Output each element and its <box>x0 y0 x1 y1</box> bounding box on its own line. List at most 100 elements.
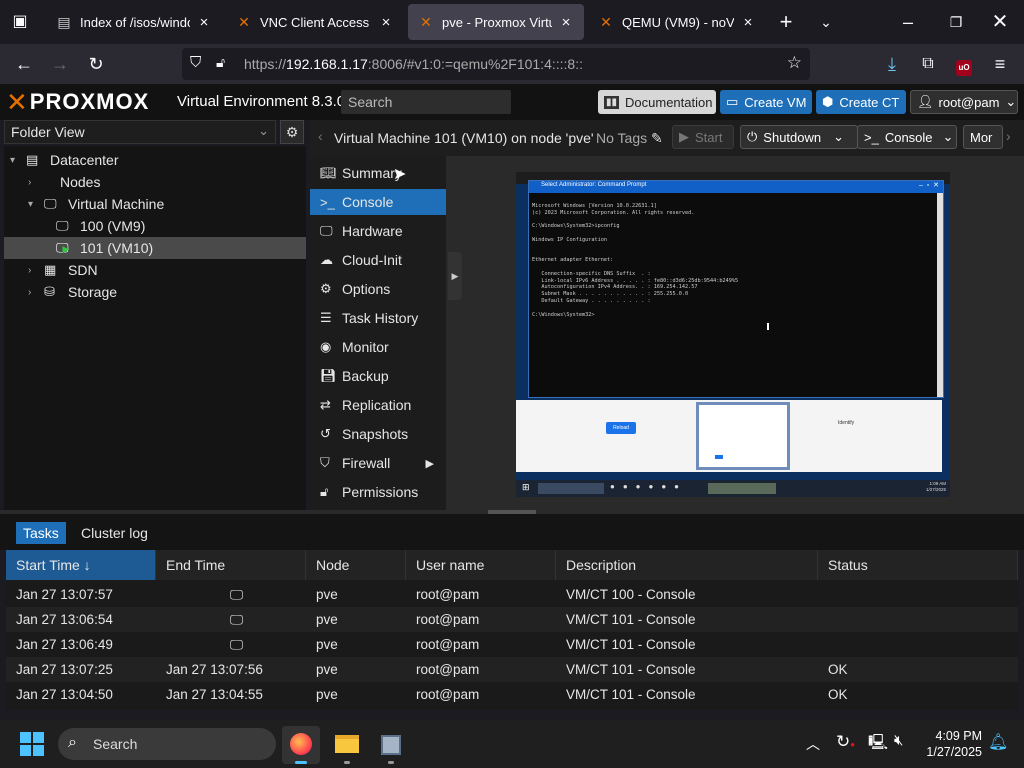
tree-item-virtual-machine[interactable]: ▾ 🖵︎ Virtual Machine <box>4 193 306 215</box>
menu-permissions[interactable]: 🔓︎ Permissions <box>310 479 446 505</box>
file-explorer-icon[interactable] <box>328 726 366 764</box>
column-start-time[interactable]: Start Time ↓ <box>6 550 156 580</box>
menu-backup[interactable]: 💾︎ Backup <box>310 363 446 389</box>
shutdown-button[interactable]: ⏻ Shutdown ⌄ <box>740 125 858 149</box>
bookmark-star-icon[interactable]: ☆ <box>787 53 802 73</box>
expand-icon[interactable]: › <box>28 265 44 276</box>
vm-screen[interactable]: Select Administrator: Command Prompt – ▫… <box>516 172 950 497</box>
url-bar[interactable]: ⛉ 🔓︎ https://192.168.1.17:8006/#v1:0:=qe… <box>182 48 810 80</box>
tree-item-vm-100[interactable]: 🖵︎ 100 (VM9) <box>4 215 306 237</box>
forward-icon[interactable]: → <box>46 50 74 78</box>
create-vm-button[interactable]: ▭ Create VM <box>720 90 812 114</box>
lock-warning-icon[interactable]: 🔓︎ <box>216 54 225 71</box>
table-row[interactable]: Jan 27 13:04:50 Jan 27 13:04:55 pve root… <box>6 682 1018 707</box>
firefox-taskbar-icon[interactable] <box>282 726 320 764</box>
reload-vm-button[interactable]: Reload <box>606 422 636 434</box>
tags-label[interactable]: No Tags ✎ <box>596 130 663 147</box>
close-window-icon[interactable]: ✕ <box>986 8 1014 36</box>
user-menu-button[interactable]: 👤︎ root@pam ⌄ <box>910 90 1018 114</box>
novnc-sidebar-handle[interactable]: ▶ <box>448 252 462 300</box>
chevron-left-icon[interactable]: ‹ <box>318 128 323 144</box>
tree-item-vm-101[interactable]: 🖵︎▶ 101 (VM10) <box>4 237 306 259</box>
menu-summary[interactable]: 📖︎ Summary <box>310 160 446 186</box>
tree-item-storage[interactable]: › ⛁ Storage <box>4 281 306 303</box>
collapse-icon[interactable]: ▾ <box>28 199 44 210</box>
firefox-view-icon[interactable]: ▣ <box>6 8 34 36</box>
shield-icon[interactable]: ⛉ <box>190 54 201 71</box>
browser-tab-pve[interactable]: ✕ pve - Proxmox Virtual E × <box>408 4 584 40</box>
table-row[interactable]: Jan 27 13:06:49 🖵︎ pve root@pam VM/CT 10… <box>6 632 1018 657</box>
documentation-button[interactable]: ▮▮ Documentation <box>598 90 716 114</box>
close-tab-icon[interactable]: × <box>558 14 574 31</box>
menu-task-history[interactable]: ☰ Task History <box>310 305 446 331</box>
column-status[interactable]: Status <box>818 550 1018 580</box>
more-button[interactable]: Mor <box>963 125 1003 149</box>
vm-taskbar-browser[interactable] <box>708 483 776 494</box>
tree-item-sdn[interactable]: › ▦ SDN <box>4 259 306 281</box>
menu-monitor[interactable]: ◉ Monitor <box>310 334 446 360</box>
hamburger-menu-icon[interactable]: ≡ <box>986 50 1014 78</box>
user-icon: 👤︎ <box>917 94 934 109</box>
minimize-icon[interactable]: – <box>894 8 922 36</box>
menu-cloud-init[interactable]: ☁ Cloud-Init <box>310 247 446 273</box>
vm-taskbar-icons[interactable]: ●●●●●● <box>610 482 687 491</box>
volume-muted-icon[interactable]: 🔇︎ <box>894 732 903 749</box>
tab-cluster-log[interactable]: Cluster log <box>80 522 149 544</box>
clock[interactable]: 4:09 PM 1/27/2025 <box>918 728 982 760</box>
console-panel[interactable]: ▶ Select Administrator: Command Prompt –… <box>446 156 1024 510</box>
create-ct-button[interactable]: ⬢ Create CT <box>816 90 906 114</box>
table-row[interactable]: Jan 27 13:07:25 Jan 27 13:07:56 pve root… <box>6 657 1018 682</box>
table-row[interactable]: Jan 27 13:06:54 🖵︎ pve root@pam VM/CT 10… <box>6 607 1018 632</box>
extensions-icon[interactable]: ⧉ <box>914 50 942 78</box>
new-tab-icon[interactable]: + <box>772 8 800 36</box>
windows-start-icon[interactable]: ⊞ <box>522 482 530 493</box>
maximize-icon[interactable]: ❐ <box>942 8 970 36</box>
tree-item-datacenter[interactable]: ▾ ▤ Datacenter <box>4 149 306 171</box>
column-user-name[interactable]: User name <box>406 550 556 580</box>
menu-hardware[interactable]: 🖵︎ Hardware <box>310 218 446 244</box>
tab-tasks[interactable]: Tasks <box>16 522 66 544</box>
notification-bell-icon[interactable]: 🔔︎ <box>988 732 1008 752</box>
close-tab-icon[interactable]: × <box>378 14 394 31</box>
ublock-icon[interactable]: uO <box>950 50 978 78</box>
menu-options[interactable]: ⚙ Options <box>310 276 446 302</box>
cmd-window[interactable]: Select Administrator: Command Prompt – ▫… <box>528 180 944 398</box>
column-end-time[interactable]: End Time <box>156 550 306 580</box>
browser-tab-isos[interactable]: ▤ Index of /isos/windows × <box>46 4 222 40</box>
tree-item-nodes[interactable]: › Nodes <box>4 171 306 193</box>
column-node[interactable]: Node <box>306 550 406 580</box>
console-button[interactable]: >_ Console ⌄ <box>857 125 957 149</box>
menu-snapshots[interactable]: ↺ Snapshots <box>310 421 446 447</box>
windows-start-icon[interactable] <box>20 732 44 756</box>
view-selector[interactable]: Folder View ⌄ <box>4 120 276 144</box>
search-input[interactable]: Search <box>341 90 511 114</box>
cmd-window-controls[interactable]: – ▫ ✕ <box>919 181 939 189</box>
chevron-down-icon[interactable]: ⌄ <box>812 8 840 36</box>
chevron-up-icon[interactable]: ︿ <box>806 734 820 754</box>
taskbar-search-input[interactable]: ⌕ Search <box>58 728 276 760</box>
vm-taskbar-cmd[interactable] <box>538 483 604 494</box>
browser-tab-vnc-client[interactable]: ✕ VNC Client Access - Pr × <box>226 4 404 40</box>
pencil-icon[interactable]: ✎ <box>651 130 663 146</box>
expand-icon[interactable]: › <box>28 177 44 188</box>
menu-replication[interactable]: ⇄ Replication <box>310 392 446 418</box>
chevron-right-icon[interactable]: › <box>1006 128 1011 144</box>
menu-firewall[interactable]: ⛉ Firewall ▶ <box>310 450 446 476</box>
table-row[interactable]: Jan 27 13:07:57 🖵︎ pve root@pam VM/CT 10… <box>6 582 1018 607</box>
column-description[interactable]: Description <box>556 550 818 580</box>
menu-console[interactable]: >_ Console <box>310 189 446 215</box>
app-taskbar-icon[interactable] <box>372 726 410 764</box>
tree-settings-button[interactable]: ⚙ <box>280 120 304 144</box>
close-tab-icon[interactable]: × <box>196 14 212 31</box>
download-icon[interactable]: ⤓ <box>878 50 906 78</box>
browser-tab-qemu-novnc[interactable]: ✕ QEMU (VM9) - noVNC × <box>588 4 766 40</box>
start-button[interactable]: ▶ Start <box>672 125 734 149</box>
reload-icon[interactable]: ↻ <box>82 50 110 78</box>
close-tab-icon[interactable]: × <box>740 14 756 31</box>
network-icon[interactable]: 🖳︎ <box>868 732 888 757</box>
collapse-icon[interactable]: ▾ <box>10 155 26 166</box>
expand-icon[interactable]: › <box>28 287 44 298</box>
back-icon[interactable]: ← <box>10 50 38 78</box>
cmd-scrollbar[interactable] <box>937 193 943 397</box>
sync-icon[interactable]: ↻● <box>836 732 855 752</box>
